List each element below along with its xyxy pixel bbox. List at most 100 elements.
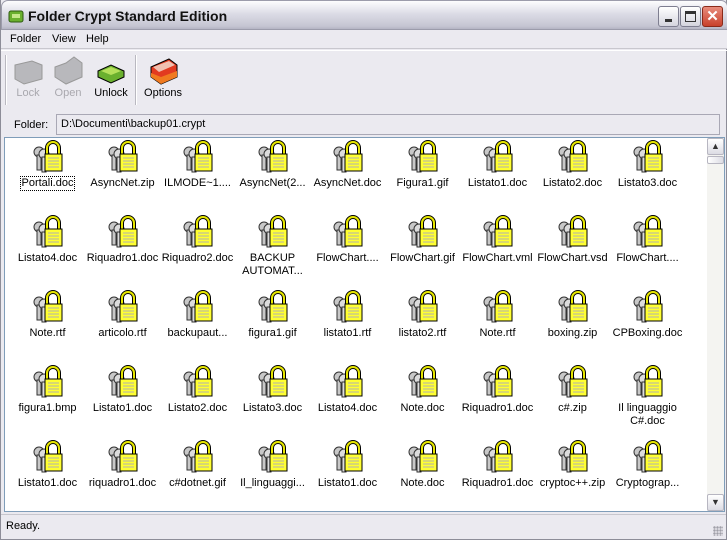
file-item[interactable]: AsyncNet.doc xyxy=(310,140,385,190)
file-item[interactable]: listato1.rtf xyxy=(310,290,385,340)
file-item[interactable]: FlowChart.gif xyxy=(385,215,460,265)
file-name: FlowChart.vsd xyxy=(537,252,608,264)
menu-help[interactable]: Help xyxy=(86,33,109,45)
file-item[interactable]: FlowChart.vml xyxy=(460,215,535,265)
file-item[interactable]: Note.doc xyxy=(385,365,460,415)
title-bar[interactable]: Folder Crypt Standard Edition ✕ xyxy=(1,0,727,30)
file-item[interactable]: Il_linguaggi... xyxy=(235,440,310,490)
lock-box-icon xyxy=(14,60,43,85)
file-name: BACKUP AUTOMAT... xyxy=(242,252,303,277)
encrypted-file-icon xyxy=(256,365,290,399)
encrypted-file-icon xyxy=(481,290,515,324)
file-item[interactable]: Listato1.doc xyxy=(10,440,85,490)
file-item[interactable]: boxing.zip xyxy=(535,290,610,340)
file-item[interactable]: Listato2.doc xyxy=(160,365,235,415)
file-item[interactable]: figura1.gif xyxy=(235,290,310,340)
file-name: Riquadro1.doc xyxy=(461,402,534,414)
file-item[interactable]: c#.zip xyxy=(535,365,610,415)
file-name: Riquadro1.doc xyxy=(86,252,159,264)
file-item[interactable]: Riquadro1.doc xyxy=(85,215,160,265)
file-item[interactable]: FlowChart.... xyxy=(310,215,385,265)
options-button[interactable]: Options xyxy=(142,55,184,107)
file-item[interactable]: BACKUP AUTOMAT... xyxy=(235,215,310,278)
file-name: articolo.rtf xyxy=(98,327,147,339)
file-name: FlowChart.... xyxy=(616,252,679,264)
file-item[interactable]: Listato1.doc xyxy=(310,440,385,490)
file-name: AsyncNet.zip xyxy=(90,177,155,189)
folder-path-field[interactable]: D:\Documenti\backup01.crypt xyxy=(56,114,720,135)
file-item[interactable]: Listato3.doc xyxy=(610,140,685,190)
app-icon xyxy=(8,10,24,23)
file-item[interactable]: riquadro1.doc xyxy=(85,440,160,490)
file-list[interactable]: Portali.doc AsyncNet.zip ILMODE~1.... Async… xyxy=(4,137,725,512)
close-button[interactable]: ✕ xyxy=(702,6,723,27)
unlock-button[interactable]: Unlock xyxy=(93,55,129,107)
encrypted-file-icon xyxy=(481,140,515,174)
file-item[interactable]: AsyncNet(2... xyxy=(235,140,310,190)
file-name: Listato3.doc xyxy=(617,177,678,189)
menu-view[interactable]: View xyxy=(52,33,76,45)
file-item[interactable]: cryptoc++.zip xyxy=(535,440,610,490)
file-item[interactable]: Riquadro2.doc xyxy=(160,215,235,265)
file-item[interactable]: Note.doc xyxy=(385,440,460,490)
encrypted-file-icon xyxy=(106,365,140,399)
file-item[interactable]: Listato3.doc xyxy=(235,365,310,415)
encrypted-file-icon xyxy=(631,440,665,474)
file-item[interactable]: articolo.rtf xyxy=(85,290,160,340)
file-name: Listato1.doc xyxy=(467,177,528,189)
file-item[interactable]: FlowChart.... xyxy=(610,215,685,265)
file-item[interactable]: Listato2.doc xyxy=(535,140,610,190)
vertical-scrollbar[interactable]: ▲ ▼ xyxy=(707,138,724,511)
file-item[interactable]: Riquadro1.doc xyxy=(460,440,535,490)
file-item[interactable]: backupaut... xyxy=(160,290,235,340)
file-name: Listato1.doc xyxy=(17,477,78,489)
encrypted-file-icon xyxy=(106,215,140,249)
scroll-down-button[interactable]: ▼ xyxy=(707,494,724,511)
file-item[interactable]: Portali.doc xyxy=(10,140,85,191)
encrypted-file-icon xyxy=(181,140,215,174)
file-item[interactable]: c#dotnet.gif xyxy=(160,440,235,490)
resize-grip[interactable] xyxy=(713,526,723,536)
file-item[interactable]: CPBoxing.doc xyxy=(610,290,685,340)
file-item[interactable]: Note.rtf xyxy=(10,290,85,340)
file-name: Listato4.doc xyxy=(317,402,378,414)
status-text: Ready. xyxy=(6,520,41,532)
encrypted-file-icon xyxy=(631,140,665,174)
scroll-thumb[interactable] xyxy=(707,156,724,164)
file-name: Riquadro1.doc xyxy=(461,477,534,489)
open-button[interactable]: Open xyxy=(51,55,85,107)
file-name: Listato1.doc xyxy=(92,402,153,414)
file-item[interactable]: Listato1.doc xyxy=(460,140,535,190)
file-item[interactable]: Note.rtf xyxy=(460,290,535,340)
window-title: Folder Crypt Standard Edition xyxy=(28,8,228,24)
file-name: figura1.gif xyxy=(248,327,297,339)
file-item[interactable]: Listato4.doc xyxy=(310,365,385,415)
minimize-button[interactable] xyxy=(658,6,679,27)
file-name: Listato3.doc xyxy=(242,402,303,414)
scroll-up-button[interactable]: ▲ xyxy=(707,138,724,155)
file-item[interactable]: Cryptograp... xyxy=(610,440,685,490)
file-item[interactable]: Listato1.doc xyxy=(85,365,160,415)
file-item[interactable]: Figura1.gif xyxy=(385,140,460,190)
file-name: Note.rtf xyxy=(29,327,66,339)
file-item[interactable]: ILMODE~1.... xyxy=(160,140,235,190)
encrypted-file-icon xyxy=(31,290,65,324)
file-item[interactable]: Riquadro1.doc xyxy=(460,365,535,415)
toolbar-divider xyxy=(135,55,137,105)
file-item[interactable]: figura1.bmp xyxy=(10,365,85,415)
file-item[interactable]: Listato4.doc xyxy=(10,215,85,265)
file-name: CPBoxing.doc xyxy=(612,327,683,339)
encrypted-file-icon xyxy=(406,365,440,399)
file-item[interactable]: listato2.rtf xyxy=(385,290,460,340)
lock-button[interactable]: Lock xyxy=(11,55,45,107)
menu-folder[interactable]: Folder xyxy=(10,33,41,45)
file-name: Riquadro2.doc xyxy=(161,252,234,264)
file-item[interactable]: AsyncNet.zip xyxy=(85,140,160,190)
encrypted-file-icon xyxy=(481,365,515,399)
maximize-button[interactable] xyxy=(680,6,701,27)
file-name: Note.doc xyxy=(400,477,445,489)
file-item[interactable]: Il linguaggio C#.doc xyxy=(610,365,685,428)
encrypted-file-icon xyxy=(31,440,65,474)
file-item[interactable]: FlowChart.vsd xyxy=(535,215,610,265)
menu-bar: Folder View Help xyxy=(1,30,727,49)
